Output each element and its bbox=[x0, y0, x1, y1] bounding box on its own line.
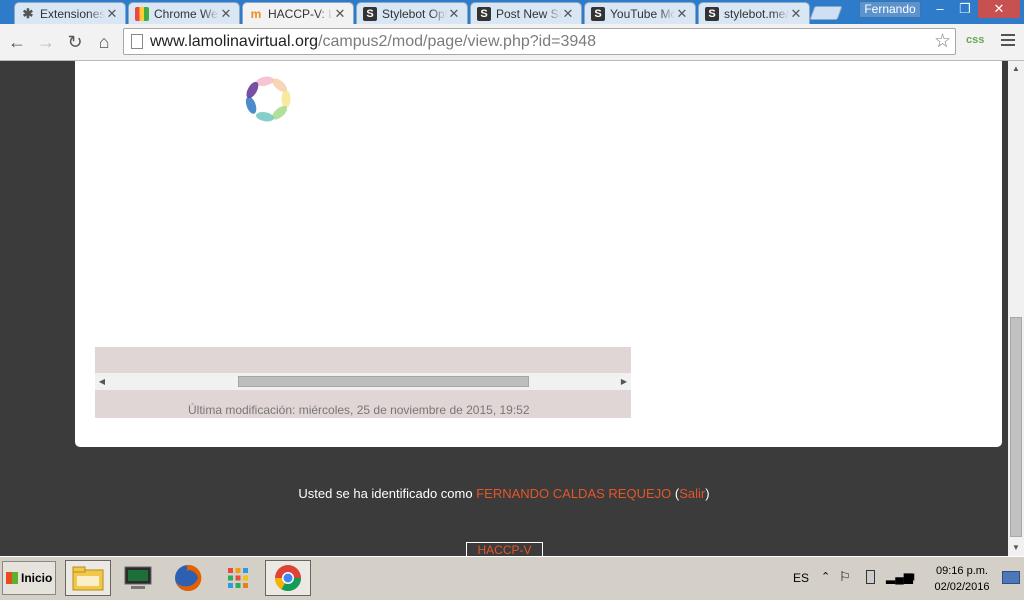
monitor-icon[interactable] bbox=[115, 560, 161, 596]
maximize-icon[interactable]: ❐ bbox=[953, 0, 977, 18]
vertical-scroll-thumb[interactable] bbox=[1010, 317, 1022, 537]
tab-haccp[interactable]: m HACCP-V: Limpieza ✕ bbox=[242, 2, 354, 24]
login-prefix: Usted se ha identificado como bbox=[298, 486, 477, 501]
tab-label: Extensiones bbox=[40, 6, 105, 21]
show-desktop-icon[interactable] bbox=[1002, 571, 1020, 584]
forward-arrow-icon[interactable]: → bbox=[34, 30, 58, 54]
tab-youtube-mobile[interactable]: S YouTube Mobile ✕ bbox=[584, 2, 696, 24]
tab-label: YouTube Mobile bbox=[610, 6, 675, 21]
logout-link[interactable]: Salir bbox=[679, 486, 705, 501]
new-tab-button[interactable] bbox=[809, 6, 843, 20]
network-signal-icon[interactable]: ▂▄▆ bbox=[886, 570, 913, 584]
tab-strip: ✱ Extensiones ✕ Chrome Web Store ✕ m HAC… bbox=[0, 0, 1024, 24]
tab-extensiones[interactable]: ✱ Extensiones ✕ bbox=[14, 2, 126, 24]
browser-toolbar: ← → ↻ ⌂ www.lamolinavirtual.org/campus2/… bbox=[0, 24, 1024, 61]
tab-label: Stylebot Options bbox=[382, 6, 447, 21]
clock-date: 02/02/2016 bbox=[934, 581, 990, 593]
reload-icon[interactable]: ↻ bbox=[63, 30, 87, 54]
tab-label: Chrome Web Store bbox=[154, 6, 219, 21]
stylebot-icon: S bbox=[705, 6, 719, 21]
clock-time: 09:16 p.m. bbox=[936, 565, 988, 577]
user-profile-link[interactable]: FERNANDO CALDAS REQUEJO bbox=[476, 486, 671, 501]
url-host: www.lamolinavirtual.org bbox=[150, 33, 319, 50]
apps-grid-icon[interactable] bbox=[215, 560, 261, 596]
close-tab-icon[interactable]: ✕ bbox=[219, 6, 233, 22]
page-viewport: ◀ ▶ Última modificación: miércoles, 25 d… bbox=[0, 61, 1008, 556]
scroll-right-icon[interactable]: ▶ bbox=[617, 373, 631, 390]
close-tab-icon[interactable]: ✕ bbox=[675, 6, 689, 22]
start-label: Inicio bbox=[21, 571, 53, 585]
page-icon bbox=[131, 34, 143, 49]
horizontal-scrollbar[interactable]: ◀ ▶ bbox=[95, 373, 631, 390]
menu-icon[interactable] bbox=[1001, 32, 1015, 48]
tab-stylebot-options[interactable]: S Stylebot Options ✕ bbox=[356, 2, 468, 24]
profile-button[interactable]: Fernando bbox=[859, 1, 921, 18]
url-path: /campus2/mod/page/view.php?id=3948 bbox=[318, 33, 597, 50]
stylebot-extension-button[interactable]: css bbox=[966, 34, 984, 46]
close-tab-icon[interactable]: ✕ bbox=[105, 6, 119, 22]
bookmark-star-icon[interactable]: ☆ bbox=[934, 29, 951, 54]
taskbar: Inicio ES ⌃ ⚐ ▂▄▆ 🔈︎ 09:16 p.m. 02/02/20… bbox=[0, 556, 1024, 600]
scroll-down-icon[interactable]: ▼ bbox=[1008, 540, 1024, 556]
puzzle-icon: ✱ bbox=[22, 5, 34, 21]
tab-label: stylebot.me/styles bbox=[724, 6, 789, 21]
tab-label: HACCP-V: Limpieza bbox=[268, 6, 333, 21]
stylebot-icon: S bbox=[363, 6, 377, 21]
scroll-left-icon[interactable]: ◀ bbox=[95, 373, 109, 390]
file-explorer-icon[interactable] bbox=[65, 560, 111, 596]
battery-icon[interactable] bbox=[866, 570, 875, 584]
close-tab-icon[interactable]: ✕ bbox=[333, 6, 347, 22]
horizontal-scroll-thumb[interactable] bbox=[238, 376, 529, 387]
windows-logo-icon bbox=[6, 572, 18, 584]
content-band-top bbox=[95, 347, 631, 373]
chrome-icon[interactable] bbox=[265, 560, 311, 596]
login-info: Usted se ha identificado como FERNANDO C… bbox=[0, 486, 1008, 501]
scroll-up-icon[interactable]: ▲ bbox=[1008, 61, 1024, 77]
last-modified-text: Última modificación: miércoles, 25 de no… bbox=[95, 390, 631, 418]
clock[interactable]: 09:16 p.m. 02/02/2016 bbox=[932, 563, 992, 595]
close-tab-icon[interactable]: ✕ bbox=[447, 6, 461, 22]
stylebot-icon: S bbox=[591, 6, 605, 21]
webstore-icon bbox=[135, 6, 149, 21]
start-button[interactable]: Inicio bbox=[2, 561, 56, 595]
tab-stylebot-me[interactable]: S stylebot.me/styles ✕ bbox=[698, 2, 810, 24]
system-tray: ES ⌃ ⚐ ▂▄▆ 🔈︎ 09:16 p.m. 02/02/2016 bbox=[784, 561, 1024, 597]
back-arrow-icon[interactable]: ← bbox=[5, 30, 29, 54]
close-window-icon[interactable]: ✕ bbox=[978, 0, 1020, 18]
tab-label: Post New Style bbox=[496, 6, 561, 21]
course-footer-link[interactable]: HACCP-V bbox=[466, 542, 543, 556]
address-bar[interactable]: www.lamolinavirtual.org/campus2/mod/page… bbox=[123, 28, 956, 55]
minimize-icon[interactable]: – bbox=[928, 0, 952, 18]
close-tab-icon[interactable]: ✕ bbox=[789, 6, 803, 22]
close-tab-icon[interactable]: ✕ bbox=[561, 6, 575, 22]
vertical-scrollbar[interactable]: ▲ ▼ bbox=[1008, 61, 1024, 556]
home-icon[interactable]: ⌂ bbox=[92, 30, 116, 54]
firefox-icon[interactable] bbox=[165, 560, 211, 596]
logo-pills-image bbox=[245, 76, 291, 122]
stylebot-icon: S bbox=[477, 6, 491, 21]
action-center-flag-icon[interactable]: ⚐ bbox=[839, 569, 851, 585]
paren-close: ) bbox=[705, 486, 710, 501]
tab-post-new-style[interactable]: S Post New Style ✕ bbox=[470, 2, 582, 24]
language-indicator[interactable]: ES bbox=[793, 571, 809, 585]
tab-chrome-web-store[interactable]: Chrome Web Store ✕ bbox=[128, 2, 240, 24]
moodle-icon: m bbox=[250, 6, 262, 21]
volume-icon[interactable]: 🔈︎ bbox=[910, 568, 918, 585]
paren-open: ( bbox=[671, 486, 680, 501]
show-hidden-icons-icon[interactable]: ⌃ bbox=[821, 570, 830, 583]
